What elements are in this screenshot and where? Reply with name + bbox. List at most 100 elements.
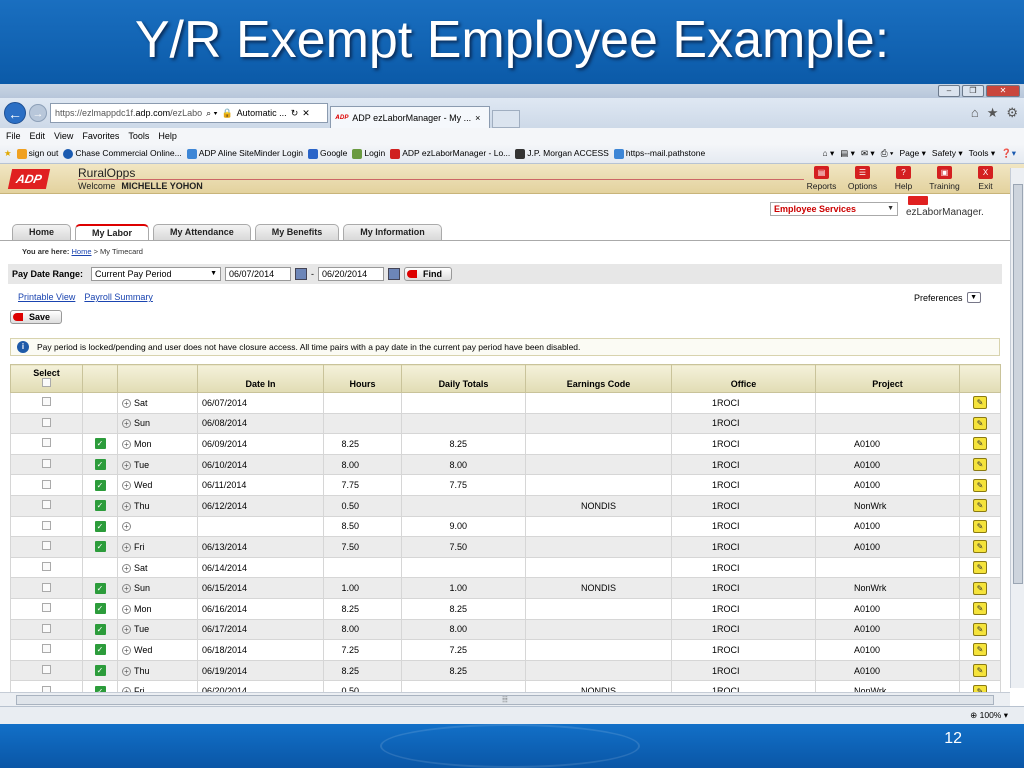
mail-icon[interactable]: ✉ ▾ [861, 148, 875, 159]
edit-note-icon[interactable]: ✎ [973, 519, 987, 533]
edit-note-icon[interactable]: ✎ [973, 643, 987, 657]
row-select-checkbox[interactable] [42, 500, 51, 510]
refresh-icon[interactable]: ↻ [291, 108, 299, 119]
training-button[interactable]: ▣ Training [928, 166, 961, 191]
row-select-checkbox[interactable] [42, 459, 51, 469]
menu-help[interactable]: Help [158, 131, 177, 141]
employee-services-select[interactable]: Employee Services ▼ [770, 202, 898, 216]
fav-ezlabor[interactable]: ADP ezLaborManager - Lo... [390, 148, 510, 159]
edit-note-icon[interactable]: ✎ [973, 581, 987, 595]
row-select-checkbox[interactable] [42, 665, 51, 675]
fav-aline[interactable]: ADP Aline SiteMinder Login [186, 148, 303, 159]
close-window-button[interactable]: ✕ [986, 85, 1020, 97]
row-select-checkbox[interactable] [42, 623, 51, 633]
date-from-input[interactable]: 06/07/2014 [225, 267, 292, 281]
edit-note-icon[interactable]: ✎ [973, 561, 987, 575]
tools-menu[interactable]: Tools ▾ [969, 148, 995, 159]
menu-edit[interactable]: Edit [30, 131, 46, 141]
stop-icon[interactable]: ✕ [302, 108, 310, 119]
help-button[interactable]: ? Help [887, 166, 920, 191]
expand-icon[interactable]: + [122, 542, 131, 552]
feeds-icon[interactable]: ▤ ▾ [840, 148, 855, 159]
restore-button[interactable]: ❐ [962, 85, 984, 97]
menu-tools[interactable]: Tools [128, 131, 149, 141]
fav-pathstone[interactable]: https--mail.pathstone [613, 148, 705, 159]
edit-note-icon[interactable]: ✎ [973, 540, 987, 554]
fav-jpmorgan[interactable]: J.P. Morgan ACCESS [515, 148, 609, 159]
row-select-checkbox[interactable] [42, 438, 51, 448]
edit-note-icon[interactable]: ✎ [973, 499, 987, 513]
expand-icon[interactable]: + [122, 625, 131, 635]
tab-my-information[interactable]: My Information [343, 224, 442, 240]
edit-note-icon[interactable]: ✎ [973, 602, 987, 616]
row-select-checkbox[interactable] [42, 417, 51, 427]
fav-login[interactable]: Login [352, 148, 385, 159]
edit-note-icon[interactable]: ✎ [973, 622, 987, 636]
print-icon[interactable]: ⎙ ▾ [881, 148, 894, 159]
row-select-checkbox[interactable] [42, 603, 51, 613]
tab-my-benefits[interactable]: My Benefits [254, 224, 340, 240]
browser-tab[interactable]: ᴬᴰᴾ ADP ezLaborManager - My ... × [330, 106, 490, 128]
home-icon[interactable]: ⌂ [971, 105, 979, 121]
row-select-checkbox[interactable] [42, 520, 51, 530]
edit-note-icon[interactable]: ✎ [973, 458, 987, 472]
close-tab-icon[interactable]: × [475, 113, 480, 123]
pay-period-select[interactable]: Current Pay Period ▼ [91, 267, 222, 281]
help-icon[interactable]: ❓▾ [1001, 148, 1016, 159]
menu-favorites[interactable]: Favorites [82, 131, 119, 141]
edit-note-icon[interactable]: ✎ [973, 416, 987, 430]
fav-chase[interactable]: Chase Commercial Online... [63, 148, 182, 159]
edit-note-icon[interactable]: ✎ [973, 437, 987, 451]
date-to-input[interactable]: 06/20/2014 [318, 267, 385, 281]
expand-icon[interactable]: + [122, 481, 131, 491]
gear-icon[interactable]: ⚙ [1006, 105, 1018, 121]
menu-view[interactable]: View [54, 131, 73, 141]
row-select-checkbox[interactable] [42, 397, 51, 407]
select-all-checkbox[interactable] [42, 378, 51, 387]
expand-icon[interactable]: + [122, 522, 131, 532]
breadcrumb-home-link[interactable]: Home [71, 247, 91, 256]
menu-file[interactable]: File [6, 131, 21, 141]
expand-icon[interactable]: + [122, 501, 131, 511]
exit-button[interactable]: X Exit [969, 166, 1002, 191]
zoom-level[interactable]: ⊕ 100% ▾ [970, 710, 1008, 721]
preferences-control[interactable]: Preferences ▼ [914, 292, 981, 303]
new-tab-button[interactable] [492, 110, 520, 128]
fav-sign-out[interactable]: sign out [16, 148, 58, 159]
page-menu[interactable]: Page ▾ [899, 148, 925, 159]
row-select-checkbox[interactable] [42, 479, 51, 489]
row-select-checkbox[interactable] [42, 541, 51, 551]
forward-button[interactable]: → [29, 104, 47, 122]
tab-my-labor[interactable]: My Labor [75, 224, 150, 240]
options-button[interactable]: ☰ Options [846, 166, 879, 191]
expand-icon[interactable]: + [122, 584, 131, 594]
fav-google[interactable]: Google [307, 148, 347, 159]
tab-home[interactable]: Home [12, 224, 72, 240]
back-button[interactable]: ← [4, 102, 26, 124]
calendar-icon[interactable] [295, 268, 308, 280]
expand-icon[interactable]: + [122, 398, 131, 408]
row-select-checkbox[interactable] [42, 562, 51, 572]
expand-icon[interactable]: + [122, 666, 131, 676]
home-icon[interactable]: ⌂ ▾ [823, 148, 835, 159]
expand-icon[interactable]: + [122, 645, 131, 655]
row-select-checkbox[interactable] [42, 644, 51, 654]
horizontal-scrollbar[interactable]: ⦙⦙⦙ [0, 692, 1010, 706]
search-icon[interactable]: ⌕ ▾ [206, 108, 217, 119]
save-button[interactable]: Save [10, 310, 62, 324]
reports-button[interactable]: ▤ Reports [805, 166, 838, 191]
address-bar[interactable]: https://ezlmappdc1f.adp.com/ezLabo ⌕ ▾ 🔒… [50, 103, 328, 123]
expand-icon[interactable]: + [122, 604, 131, 614]
printable-view-link[interactable]: Printable View [18, 292, 75, 302]
expand-icon[interactable]: + [122, 460, 131, 470]
find-button[interactable]: Find [404, 267, 453, 281]
expand-icon[interactable]: + [122, 419, 131, 429]
expand-icon[interactable]: + [122, 563, 131, 573]
expand-icon[interactable]: + [122, 439, 131, 449]
tab-my-attendance[interactable]: My Attendance [153, 224, 251, 240]
edit-note-icon[interactable]: ✎ [973, 478, 987, 492]
payroll-summary-link[interactable]: Payroll Summary [84, 292, 153, 302]
vertical-scrollbar[interactable] [1010, 168, 1024, 688]
edit-note-icon[interactable]: ✎ [973, 664, 987, 678]
minimize-button[interactable]: – [938, 85, 960, 97]
